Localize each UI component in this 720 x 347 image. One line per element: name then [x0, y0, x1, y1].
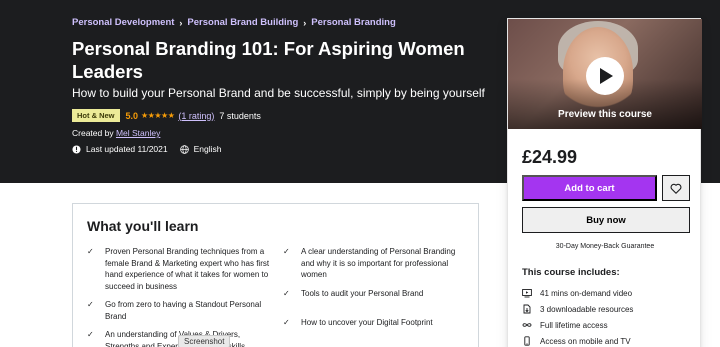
- money-back-guarantee: 30-Day Money-Back Guarantee: [555, 243, 655, 250]
- learn-item: ✓ Tools to audit your Personal Brand: [283, 288, 466, 300]
- heart-icon: [670, 183, 682, 194]
- breadcrumb-item-personal-brand-building[interactable]: Personal Brand Building: [187, 17, 298, 28]
- created-by: Created by Mel Stanley: [72, 128, 160, 138]
- chevron-right-icon: ›: [303, 17, 307, 28]
- breadcrumb-item-personal-development[interactable]: Personal Development: [72, 17, 174, 28]
- include-item: 3 downloadable resources: [522, 301, 633, 317]
- what-youll-learn-box: What you'll learn ✓ Proven Personal Brand…: [72, 203, 479, 347]
- learn-item-text: Tools to audit your Personal Brand: [301, 288, 424, 298]
- learn-item-text: A clear understanding of Personal Brandi…: [301, 247, 456, 279]
- learn-item: ✓ A clear understanding of Personal Brand…: [283, 246, 466, 281]
- last-updated-text: Last updated 11/2021: [86, 144, 168, 154]
- include-item-label: Full lifetime access: [540, 320, 608, 330]
- learn-item: ✓ Proven Personal Branding techniques fro…: [87, 246, 270, 292]
- rating-value: 5.0: [125, 110, 139, 121]
- learn-item-text: How to uncover your Digital Footprint: [301, 318, 433, 327]
- infinity-icon: [522, 323, 532, 327]
- learn-item-text: Go from zero to having a Standout Person…: [105, 300, 262, 321]
- learn-item: ✓ Go from zero to having a Standout Perso…: [87, 299, 270, 322]
- play-icon: [600, 68, 613, 84]
- student-count: 7 students: [219, 110, 261, 121]
- rating-count-link[interactable]: (1 rating): [178, 111, 214, 121]
- check-icon: ✓: [283, 288, 290, 298]
- breadcrumb: Personal Development › Personal Brand Bu…: [72, 17, 396, 28]
- globe-icon: [179, 144, 189, 154]
- course-preview-video[interactable]: Preview this course: [508, 19, 702, 129]
- include-item: 41 mins on-demand video: [522, 285, 633, 301]
- course-title: Personal Branding 101: For Aspiring Wome…: [72, 38, 465, 82]
- check-icon: ✓: [87, 300, 94, 309]
- language-text: English: [193, 144, 222, 154]
- alert-badge-icon: [72, 144, 81, 154]
- video-icon: [522, 289, 532, 298]
- include-item: Access on mobile and TV: [522, 333, 633, 347]
- play-button[interactable]: [586, 57, 624, 95]
- include-item-label: 3 downloadable resources: [540, 304, 634, 314]
- hot-new-badge: Hot & New: [72, 109, 120, 122]
- language: English: [179, 144, 222, 154]
- chevron-right-icon: ›: [179, 17, 183, 28]
- includes-title: This course includes:: [522, 267, 620, 278]
- learn-item-text: Proven Personal Branding techniques from…: [105, 247, 270, 291]
- learn-title: What you'll learn: [87, 218, 199, 234]
- wishlist-button[interactable]: [662, 175, 690, 201]
- star-rating-icon: ★★★★★: [141, 111, 175, 120]
- instructor-link[interactable]: Mel Stanley: [116, 128, 160, 138]
- learn-list-left: ✓ Proven Personal Branding techniques fro…: [87, 246, 270, 347]
- add-to-cart-button[interactable]: Add to cart: [522, 175, 657, 201]
- preview-label: Preview this course: [558, 109, 652, 120]
- course-subtitle: How to build your Personal Brand and be …: [72, 86, 485, 100]
- check-icon: ✓: [87, 330, 94, 339]
- check-icon: ✓: [283, 247, 290, 256]
- learn-item: ✓ How to uncover your Digital Footprint: [283, 317, 466, 329]
- course-meta: Last updated 11/2021 English: [72, 144, 234, 154]
- screenshot-tooltip: Screenshot: [178, 335, 231, 347]
- breadcrumb-item-personal-branding[interactable]: Personal Branding: [311, 17, 395, 28]
- include-item-label: 41 mins on-demand video: [540, 288, 633, 298]
- learn-list-right: ✓ A clear understanding of Personal Brand…: [283, 246, 466, 336]
- rating-row: Hot & New 5.0 ★★★★★ (1 rating) 7 student…: [72, 109, 261, 122]
- includes-list: 41 mins on-demand video 3 downloadable r…: [522, 285, 633, 347]
- check-icon: ✓: [283, 318, 290, 327]
- last-updated: Last updated 11/2021: [72, 144, 168, 154]
- buy-now-button[interactable]: Buy now: [522, 207, 690, 233]
- download-icon: [523, 304, 531, 314]
- mobile-tv-icon: [524, 336, 530, 346]
- include-item: Full lifetime access: [522, 317, 633, 333]
- course-price: £24.99: [522, 147, 578, 167]
- purchase-sidebar: Preview this course £24.99 Add to cart B…: [507, 18, 702, 347]
- include-item-label: Access on mobile and TV: [540, 336, 631, 346]
- check-icon: ✓: [87, 247, 94, 256]
- created-by-label: Created by: [72, 128, 116, 138]
